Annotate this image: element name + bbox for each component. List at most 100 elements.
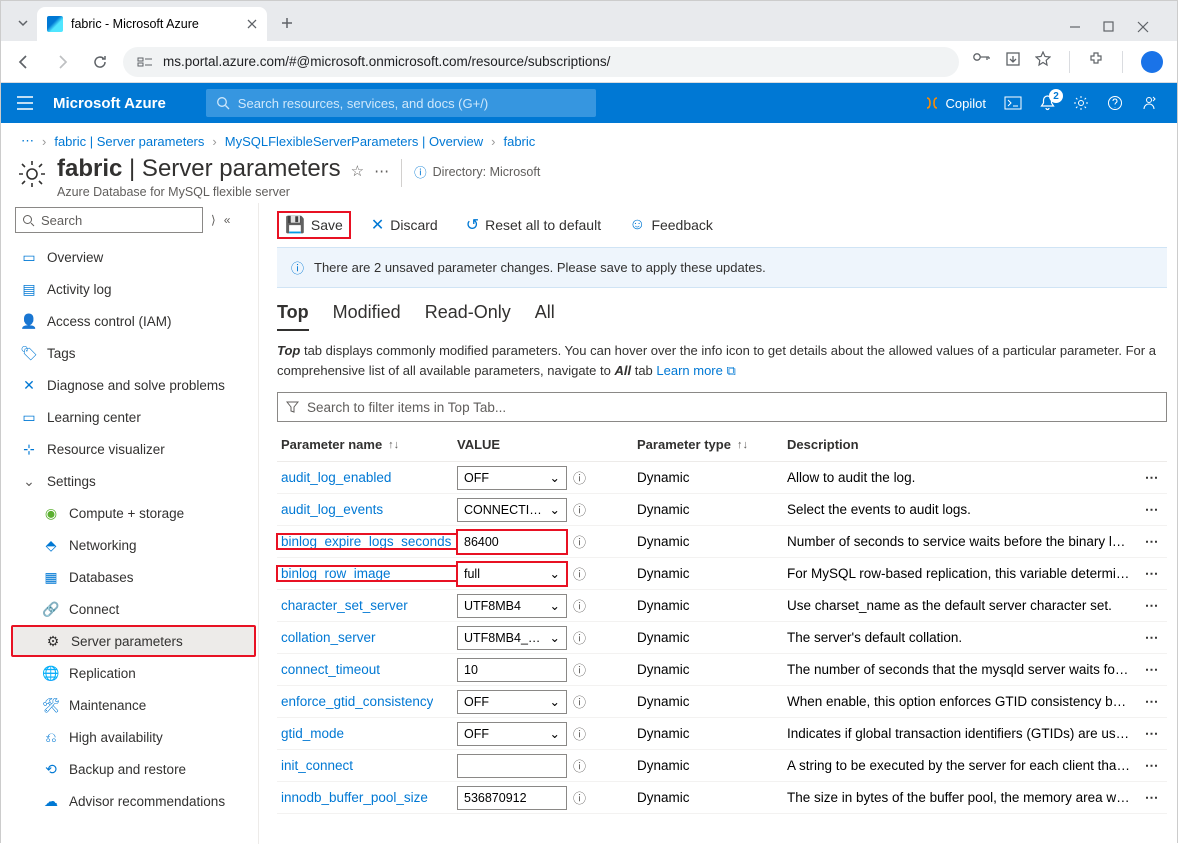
new-tab-button[interactable]	[273, 9, 301, 37]
row-more-button[interactable]: ⋯	[1145, 662, 1160, 677]
info-icon[interactable]: ⓘ	[573, 628, 586, 647]
nav-forward[interactable]	[47, 47, 77, 77]
nav-high-availability[interactable]: ⎌High availability	[11, 721, 256, 753]
settings-gear-icon[interactable]	[1073, 95, 1089, 111]
nav-maintenance[interactable]: 🛠Maintenance	[11, 689, 256, 721]
browser-tab[interactable]: fabric - Microsoft Azure	[37, 7, 267, 41]
bookmark-star-icon[interactable]	[1035, 51, 1051, 73]
param-select[interactable]: CONNECTI…⌄	[457, 498, 567, 522]
info-icon[interactable]: ⓘ	[573, 468, 586, 487]
address-bar[interactable]: ms.portal.azure.com/#@microsoft.onmicros…	[123, 47, 959, 77]
param-link[interactable]: binlog_expire_logs_seconds	[281, 534, 451, 549]
nav-compute-storage[interactable]: ◉Compute + storage	[11, 497, 256, 529]
window-minimize[interactable]	[1069, 21, 1087, 33]
nav-back[interactable]	[9, 47, 39, 77]
row-more-button[interactable]: ⋯	[1145, 790, 1160, 805]
crumb-2[interactable]: MySQLFlexibleServerParameters | Overview	[225, 134, 483, 149]
tab-all[interactable]: All	[535, 302, 555, 331]
param-link[interactable]: innodb_buffer_pool_size	[281, 790, 428, 805]
param-select[interactable]: OFF⌄	[457, 466, 567, 490]
row-more-button[interactable]: ⋯	[1145, 726, 1160, 741]
param-link[interactable]: connect_timeout	[281, 662, 380, 677]
window-maximize[interactable]	[1103, 21, 1121, 33]
install-app-icon[interactable]	[1005, 51, 1021, 73]
param-link[interactable]: binlog_row_image	[281, 566, 391, 581]
nav-activity-log[interactable]: ▤Activity log	[11, 273, 256, 305]
tab-readonly[interactable]: Read-Only	[425, 302, 511, 331]
crumb-3[interactable]: fabric	[503, 134, 535, 149]
nav-advisor[interactable]: ☁Advisor recommendations	[11, 785, 256, 817]
row-more-button[interactable]: ⋯	[1145, 470, 1160, 485]
row-more-button[interactable]: ⋯	[1145, 630, 1160, 645]
param-input[interactable]	[457, 754, 567, 778]
param-link[interactable]: enforce_gtid_consistency	[281, 694, 433, 709]
tab-list-dropdown[interactable]	[9, 9, 37, 37]
info-icon[interactable]: ⓘ	[573, 532, 586, 551]
nav-backup-restore[interactable]: ⟲Backup and restore	[11, 753, 256, 785]
feedback-person-icon[interactable]	[1141, 95, 1157, 111]
azure-brand[interactable]: Microsoft Azure	[49, 95, 206, 112]
param-link[interactable]: gtid_mode	[281, 726, 344, 741]
info-icon[interactable]: ⓘ	[573, 692, 586, 711]
favorite-star-icon[interactable]: ☆	[351, 155, 364, 180]
info-icon[interactable]: ⓘ	[573, 660, 586, 679]
info-icon[interactable]: ⓘ	[573, 756, 586, 775]
row-more-button[interactable]: ⋯	[1145, 566, 1160, 581]
col-header-name[interactable]: Parameter name	[281, 437, 382, 452]
nav-replication[interactable]: 🌐Replication	[11, 657, 256, 689]
param-link[interactable]: collation_server	[281, 630, 376, 645]
row-more-button[interactable]: ⋯	[1145, 758, 1160, 773]
nav-overview[interactable]: ▭Overview	[11, 241, 256, 273]
azure-search[interactable]: Search resources, services, and docs (G+…	[206, 89, 596, 117]
info-icon[interactable]: ⓘ	[573, 724, 586, 743]
param-select[interactable]: UTF8MB4_…⌄	[457, 626, 567, 650]
window-close[interactable]	[1137, 21, 1155, 33]
row-more-button[interactable]: ⋯	[1145, 534, 1160, 549]
row-more-button[interactable]: ⋯	[1145, 502, 1160, 517]
nav-iam[interactable]: 👤Access control (IAM)	[11, 305, 256, 337]
nav-resource-visualizer[interactable]: ⊹Resource visualizer	[11, 433, 256, 465]
info-icon[interactable]: ⓘ	[573, 500, 586, 519]
info-icon[interactable]: ⓘ	[573, 564, 586, 583]
param-input[interactable]: 10	[457, 658, 567, 682]
tab-top[interactable]: Top	[277, 302, 309, 331]
notifications-icon[interactable]: 2	[1040, 95, 1055, 111]
cloud-shell-icon[interactable]	[1004, 96, 1022, 110]
learn-more-link[interactable]: Learn more ⧉	[656, 363, 735, 378]
profile-avatar[interactable]	[1141, 51, 1163, 73]
param-select[interactable]: full⌄	[457, 562, 567, 586]
nav-learning[interactable]: ▭Learning center	[11, 401, 256, 433]
param-link[interactable]: init_connect	[281, 758, 353, 773]
sort-icon[interactable]: ↑↓	[737, 439, 748, 451]
nav-reload[interactable]	[85, 47, 115, 77]
param-input[interactable]: 86400	[457, 530, 567, 554]
nav-diagnose[interactable]: ✕Diagnose and solve problems	[11, 369, 256, 401]
breadcrumb-more[interactable]: ⋯	[21, 133, 34, 149]
nav-connect[interactable]: 🔗Connect	[11, 593, 256, 625]
param-select[interactable]: OFF⌄	[457, 690, 567, 714]
portal-menu-button[interactable]	[1, 83, 49, 123]
leftnav-search[interactable]: Search	[15, 207, 203, 233]
row-more-button[interactable]: ⋯	[1145, 598, 1160, 613]
filter-input[interactable]: Search to filter items in Top Tab...	[277, 392, 1167, 422]
param-link[interactable]: character_set_server	[281, 598, 408, 613]
close-tab-icon[interactable]	[247, 19, 257, 29]
nav-databases[interactable]: ▦Databases	[11, 561, 256, 593]
param-link[interactable]: audit_log_enabled	[281, 470, 391, 485]
param-input[interactable]: 536870912	[457, 786, 567, 810]
feedback-button[interactable]: ☺Feedback	[621, 212, 721, 238]
row-more-button[interactable]: ⋯	[1145, 694, 1160, 709]
nav-server-parameters[interactable]: ⚙Server parameters	[11, 625, 256, 657]
param-link[interactable]: audit_log_events	[281, 502, 383, 517]
reset-button[interactable]: ↺Reset all to default	[458, 211, 609, 239]
param-select[interactable]: UTF8MB4⌄	[457, 594, 567, 618]
col-header-type[interactable]: Parameter type	[637, 437, 731, 452]
collapse-nav-icon[interactable]: «	[224, 213, 231, 227]
extensions-icon[interactable]	[1088, 51, 1104, 73]
copilot-button[interactable]: Copilot	[924, 95, 986, 111]
password-key-icon[interactable]	[973, 51, 991, 73]
save-button[interactable]: 💾Save	[277, 211, 351, 239]
param-select[interactable]: OFF⌄	[457, 722, 567, 746]
site-info-icon[interactable]	[137, 55, 153, 69]
tab-modified[interactable]: Modified	[333, 302, 401, 331]
